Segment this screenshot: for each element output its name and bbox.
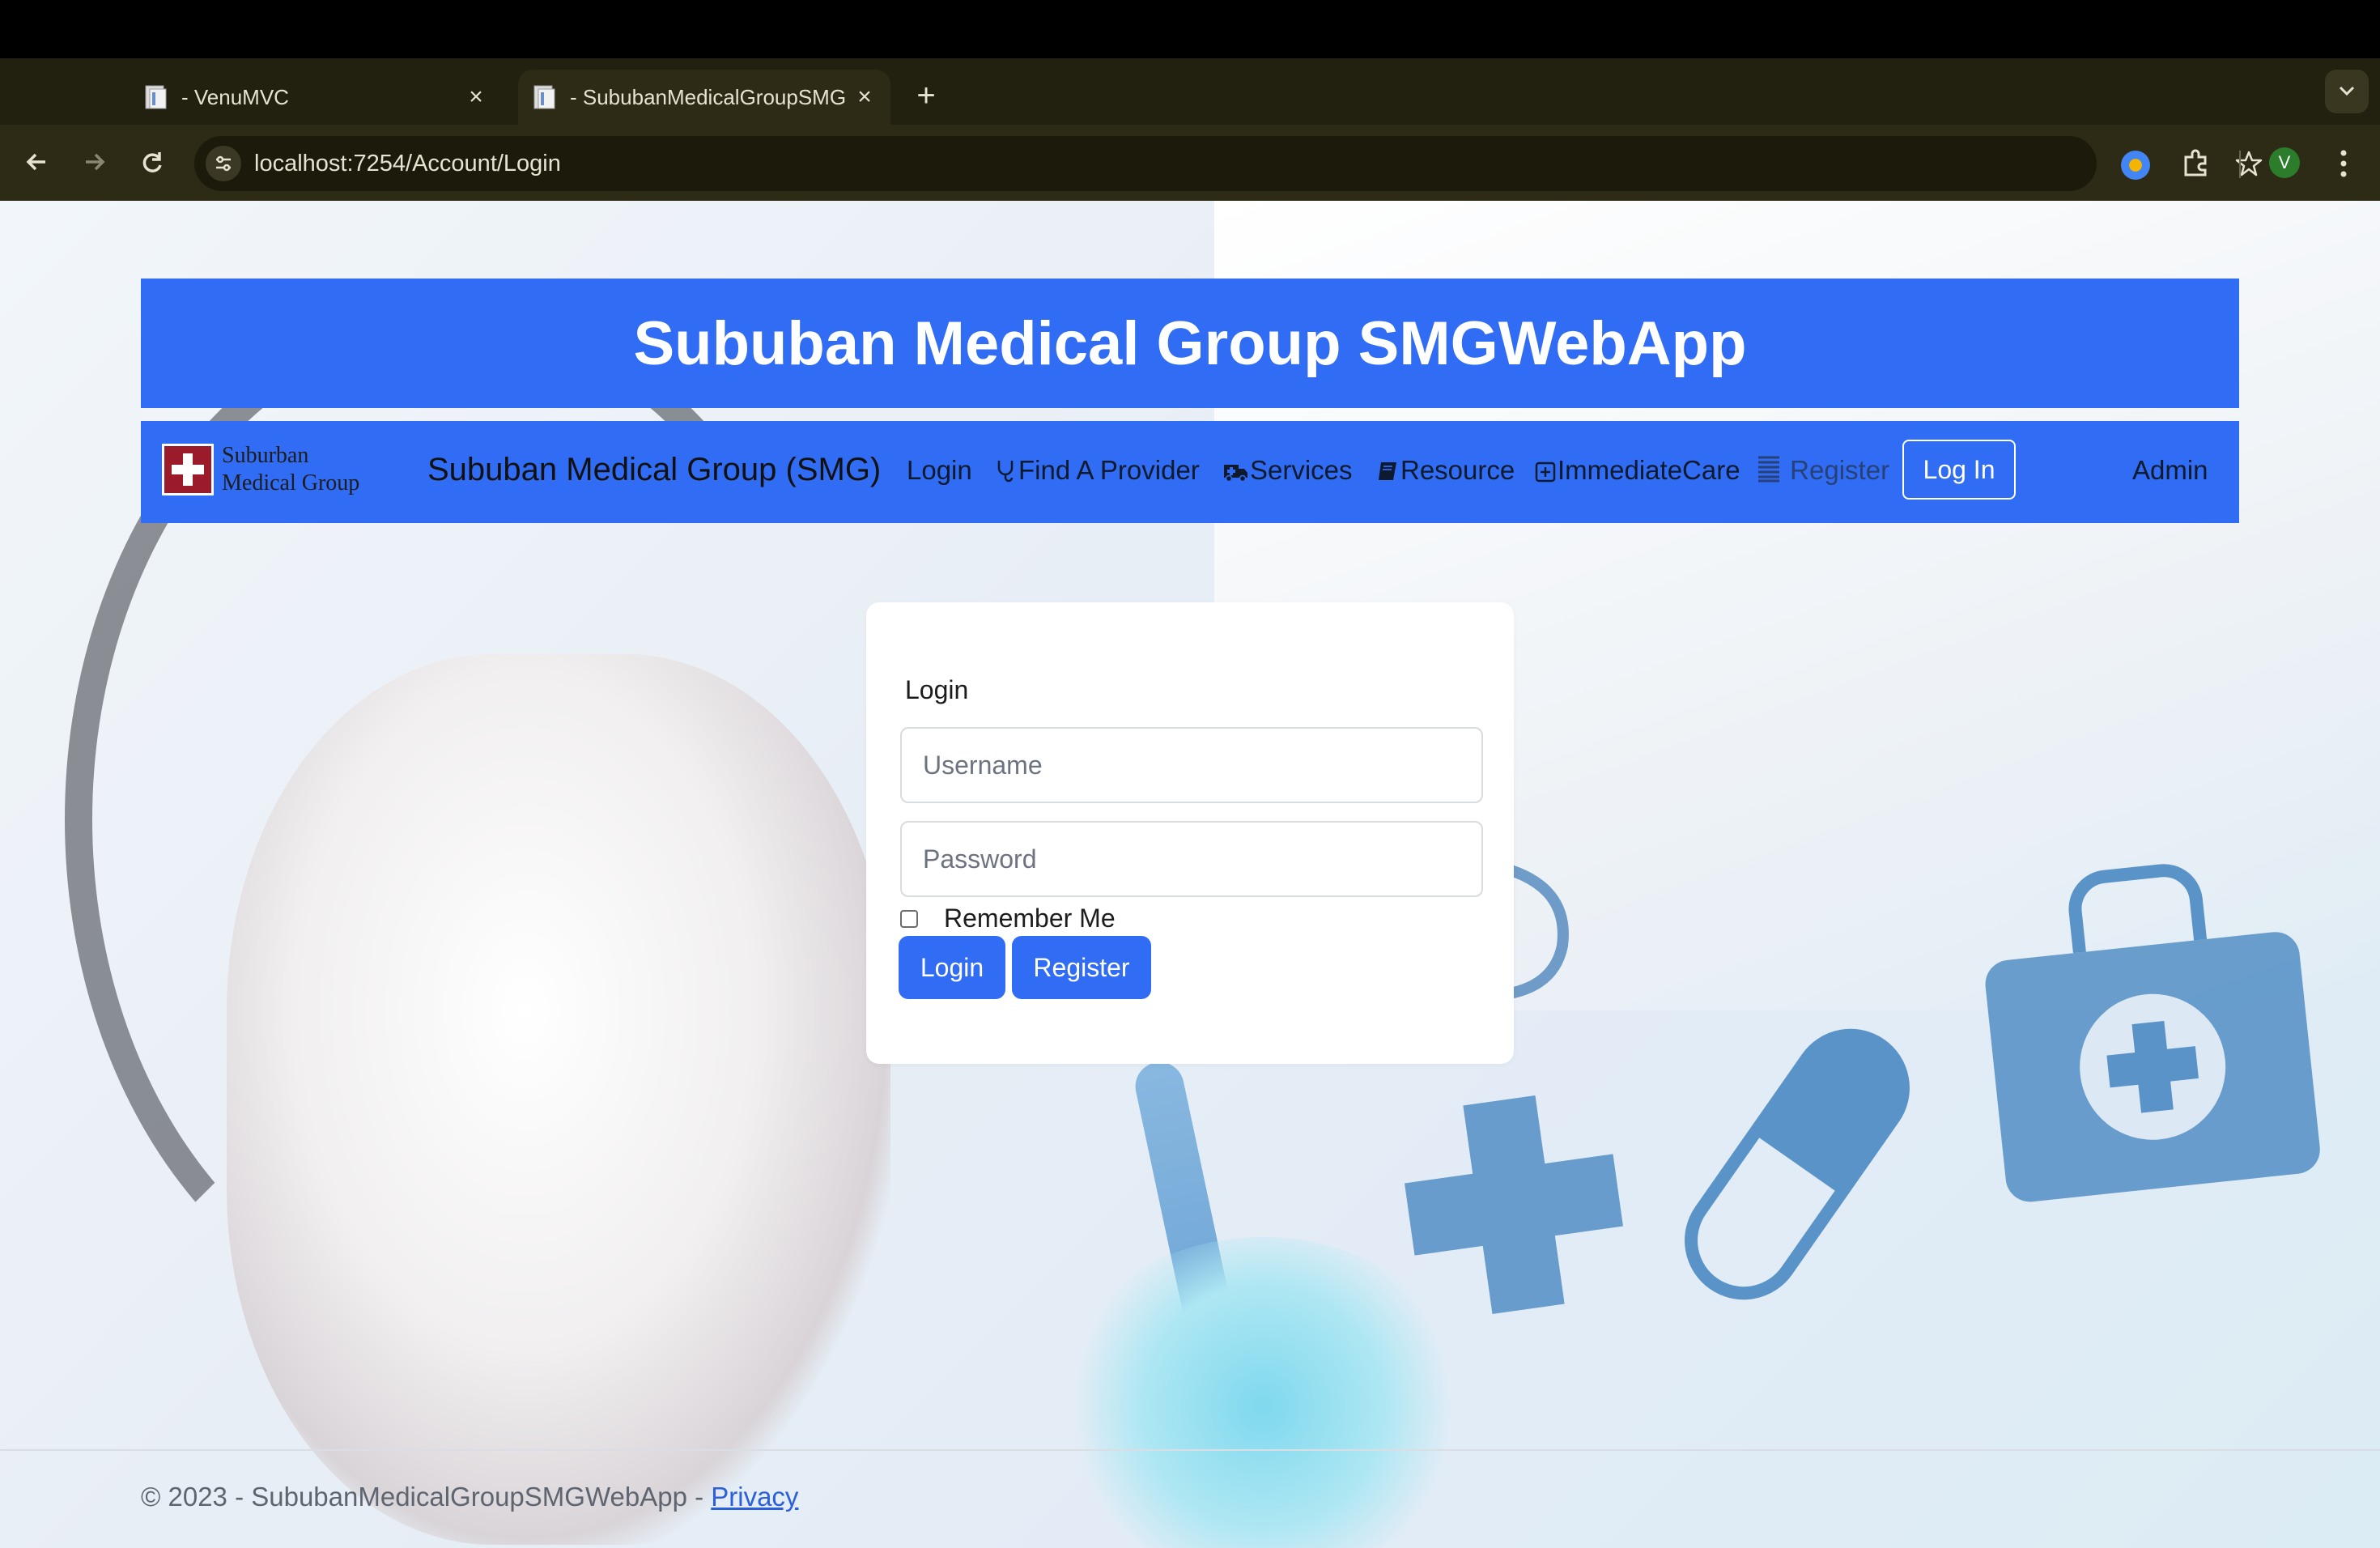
smg-logo[interactable] — [162, 444, 214, 495]
medical-kit-icon — [1985, 864, 2320, 1202]
extension-icon[interactable] — [2121, 151, 2150, 180]
footer-divider — [0, 1449, 2380, 1451]
more-menu-icon[interactable] — [2331, 146, 2356, 185]
username-input[interactable]: Username — [900, 727, 1483, 803]
tune-icon — [216, 155, 231, 172]
tab-strip: - VenuMVC × - SububanMedicalGroupSMG × + — [0, 58, 2380, 125]
nav-services-link[interactable]: Services — [1222, 455, 1353, 489]
password-input[interactable]: Password — [900, 821, 1483, 897]
gloved-hand-illustration — [227, 654, 890, 1545]
browser-toolbar: localhost:7254/Account/Login V — [0, 125, 2380, 201]
os-top-bar — [0, 0, 2380, 58]
close-icon[interactable]: × — [460, 83, 492, 111]
remember-me-checkbox[interactable] — [900, 909, 918, 928]
pill-capsule-icon — [1685, 1028, 1910, 1300]
login-card: Login Username Password Remember Me Logi… — [866, 602, 1514, 1064]
register-button[interactable]: Register — [1012, 936, 1151, 999]
back-button[interactable] — [16, 141, 58, 183]
footer-copyright: © 2023 - SububanMedicalGroupSMGWebApp - — [141, 1482, 712, 1512]
site-info-button[interactable] — [206, 146, 241, 181]
address-bar[interactable]: localhost:7254/Account/Login — [194, 136, 2263, 191]
nav-immediate-care-link[interactable]: ImmediateCare — [1535, 455, 1740, 489]
logo-line-1: Suburban — [222, 443, 309, 468]
close-icon[interactable]: × — [848, 83, 881, 111]
toolbar-divider — [2239, 151, 2241, 178]
nav-register-label: Register — [1790, 455, 1890, 485]
remember-me-row: Remember Me — [900, 904, 1116, 933]
site-navbar: Suburban Medical Group Sububan Medical G… — [141, 421, 2239, 523]
remember-me-label: Remember Me — [944, 904, 1116, 933]
book-icon — [1376, 458, 1399, 489]
login-button[interactable]: Login — [899, 936, 1005, 999]
ambulance-icon — [1222, 458, 1248, 489]
page-viewport: Sububan Medical Group SMGWebApp Suburban… — [0, 201, 2380, 1548]
nav-admin-link[interactable]: Admin — [2132, 455, 2208, 486]
tab-title: - SububanMedicalGroupSMG — [570, 84, 847, 109]
plus-square-icon — [1535, 458, 1556, 489]
nav-find-provider-label: Find A Provider — [1018, 455, 1200, 485]
url-text: localhost:7254/Account/Login — [254, 151, 561, 176]
medical-cross-icon — [1405, 1095, 1623, 1314]
arrow-left-icon — [26, 153, 45, 171]
page-title: Sububan Medical Group SMGWebApp — [633, 308, 1747, 378]
logo-text: Suburban Medical Group — [222, 442, 359, 497]
document-icon — [144, 84, 168, 110]
reload-button[interactable] — [131, 141, 173, 183]
nav-services-label: Services — [1250, 455, 1353, 485]
hero-banner: Sububan Medical Group SMGWebApp — [141, 279, 2239, 408]
browser-chrome: - VenuMVC × - SububanMedicalGroupSMG × + — [0, 58, 2380, 201]
nav-resource-link[interactable]: Resource — [1376, 455, 1515, 489]
arrow-right-icon — [86, 153, 105, 171]
reload-icon — [142, 152, 162, 172]
stethoscope-icon — [996, 458, 1017, 489]
nav-register-link[interactable]: Register — [1757, 455, 1889, 489]
tab-venumvc[interactable]: - VenuMVC × — [130, 70, 502, 125]
nav-resource-label: Resource — [1400, 455, 1515, 485]
tab-smg[interactable]: - SububanMedicalGroupSMG × — [518, 70, 890, 125]
nav-login-link[interactable]: Login — [907, 455, 972, 486]
navbar-brand[interactable]: Sububan Medical Group (SMG) — [427, 452, 881, 488]
log-in-button[interactable]: Log In — [1902, 440, 2016, 500]
forward-button[interactable] — [73, 141, 115, 183]
privacy-link[interactable]: Privacy — [711, 1482, 798, 1512]
tab-title: - VenuMVC — [181, 84, 289, 109]
new-tab-button[interactable]: + — [907, 76, 946, 115]
chevron-down-icon — [2339, 86, 2355, 96]
list-icon — [1757, 455, 1781, 489]
logo-line-2: Medical Group — [222, 470, 360, 495]
nav-immediate-care-label: ImmediateCare — [1558, 455, 1740, 485]
puzzle-icon[interactable] — [2179, 147, 2212, 184]
profile-avatar[interactable]: V — [2269, 147, 2300, 178]
footer: © 2023 - SububanMedicalGroupSMGWebApp - … — [141, 1482, 798, 1512]
logo-cross-icon — [172, 453, 204, 486]
login-card-title: Login — [905, 675, 969, 704]
nav-find-provider-link[interactable]: Find A Provider — [996, 455, 1200, 489]
document-icon — [533, 84, 557, 110]
tab-search-button[interactable] — [2325, 70, 2369, 113]
